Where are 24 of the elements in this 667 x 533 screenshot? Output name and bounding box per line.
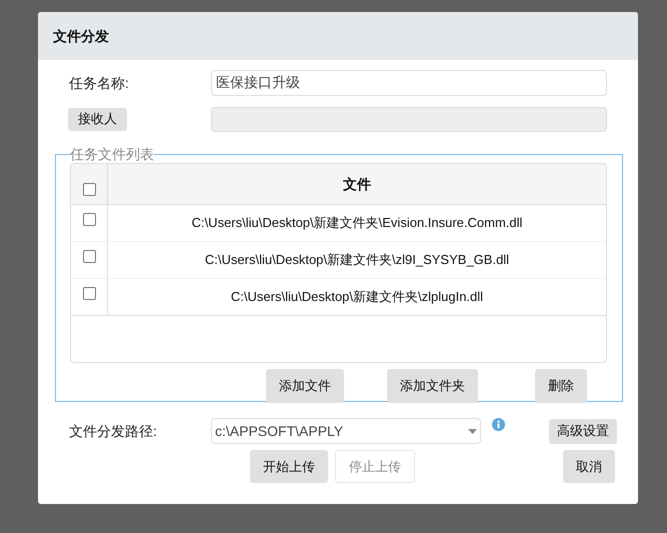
field-label: 文件分发路径: <box>68 422 158 440</box>
checkbox[interactable] <box>82 287 96 300</box>
input-field[interactable]: 医保接口升级 <box>211 70 607 96</box>
input-field[interactable] <box>211 106 607 132</box>
checkbox[interactable] <box>82 213 96 226</box>
recipient-button[interactable]: 接收人 <box>68 108 127 130</box>
file-action-button[interactable]: 添加文件夹 <box>387 369 478 403</box>
file-action-button[interactable]: 删除 <box>535 369 587 403</box>
checkbox[interactable] <box>82 183 96 196</box>
panel-legend: 任务文件列表 <box>70 146 154 162</box>
table-cell-text: C:\Users\liu\Desktop\新建文件夹\zlplugIn.dll <box>230 288 484 306</box>
table-cell-text: C:\Users\liu\Desktop\新建文件夹\Evision.Insure.Comm.dll <box>192 214 522 232</box>
action-button[interactable]: 开始上传 <box>250 450 328 483</box>
path-select[interactable]: c:\APPSOFT\APPLY <box>211 418 481 444</box>
file-action-button[interactable]: 添加文件 <box>266 369 344 403</box>
caret-icon <box>468 428 477 434</box>
info-icon[interactable] <box>492 418 505 431</box>
dialog-title: 文件分发 <box>53 26 109 46</box>
field-label: 任务名称: <box>68 74 130 92</box>
checkbox[interactable] <box>82 250 96 263</box>
advanced-settings-button[interactable]: 高级设置 <box>549 418 617 444</box>
column-header: 文件 <box>343 174 371 194</box>
table-cell-text: C:\Users\liu\Desktop\新建文件夹\zl9I_SYSYB_GB.dll <box>204 251 510 270</box>
action-button[interactable]: 取消 <box>563 450 615 483</box>
